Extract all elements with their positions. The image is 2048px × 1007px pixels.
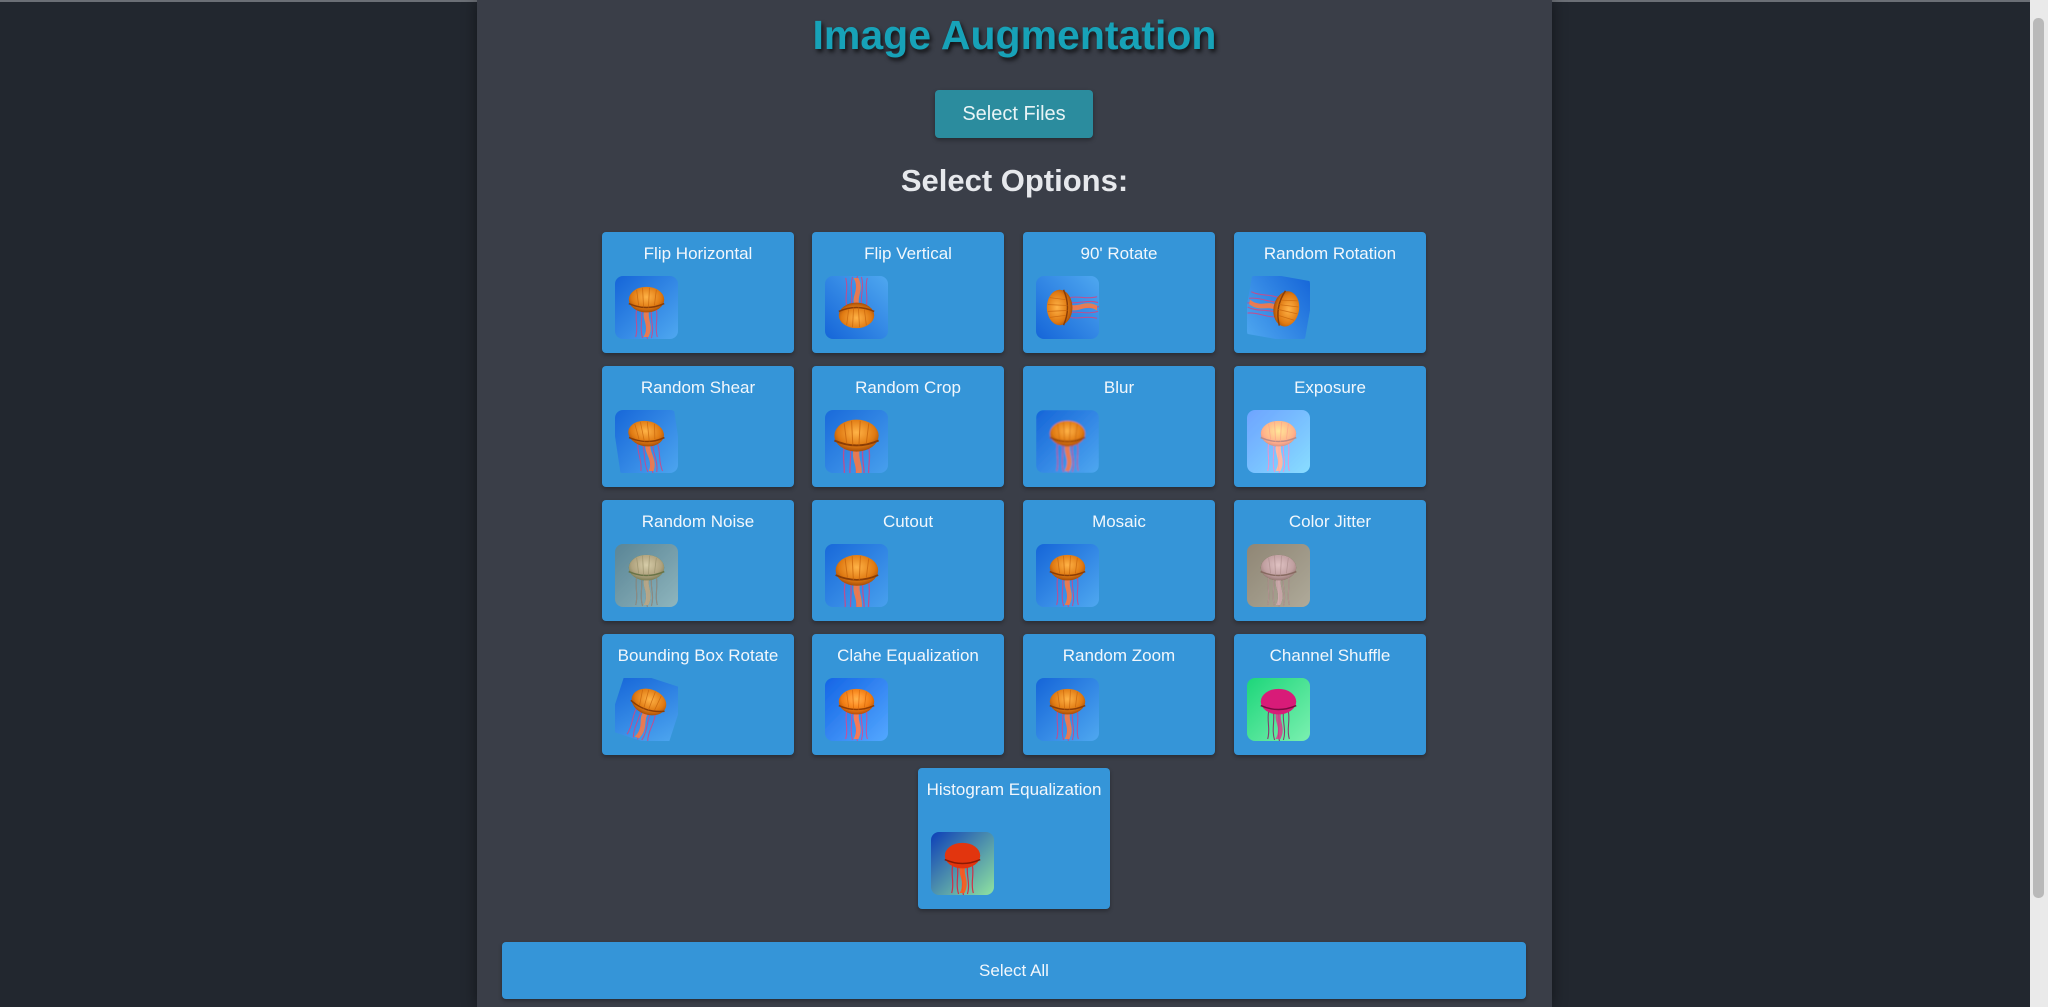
option-card-color-jitter[interactable]: Color Jitter (1234, 500, 1426, 621)
option-card-random-noise[interactable]: Random Noise (602, 500, 794, 621)
option-label: Clahe Equalization (837, 646, 979, 665)
option-card-random-crop[interactable]: Random Crop (812, 366, 1004, 487)
jellyfish-preview-image (615, 410, 678, 473)
option-label: Histogram Equalization (926, 780, 1102, 799)
vertical-scrollbar[interactable] (2030, 0, 2048, 1007)
option-label: Random Shear (640, 378, 756, 397)
select-files-button[interactable]: Select Files (935, 90, 1093, 138)
page-title: Image Augmentation (812, 12, 1217, 58)
option-card-mosaic[interactable]: Mosaic (1023, 500, 1215, 621)
jellyfish-preview-image (1036, 410, 1099, 473)
jellyfish-preview-image (1247, 276, 1310, 339)
jellyfish-preview-image (1247, 544, 1310, 607)
option-label: Bounding Box Rotate (617, 646, 779, 665)
option-card-channel-shuffle[interactable]: Channel Shuffle (1234, 634, 1426, 755)
jellyfish-preview-image (1036, 544, 1099, 607)
option-label: Channel Shuffle (1269, 646, 1391, 665)
jellyfish-preview-image (825, 276, 888, 339)
option-card-bounding-box-rotate[interactable]: Bounding Box Rotate (602, 634, 794, 755)
jellyfish-preview-image (615, 544, 678, 607)
option-label: Random Crop (855, 378, 961, 397)
option-card-cutout[interactable]: Cutout (812, 500, 1004, 621)
options-heading: Select Options: (900, 163, 1129, 198)
option-label: Cutout (882, 512, 934, 531)
option-label: Flip Vertical (864, 244, 952, 263)
scrollbar-thumb[interactable] (2033, 18, 2044, 898)
jellyfish-preview-image (1036, 678, 1099, 741)
option-label: Color Jitter (1288, 512, 1372, 531)
jellyfish-preview-image (1247, 678, 1310, 741)
option-card-flip-vertical[interactable]: Flip Vertical (812, 232, 1004, 353)
option-card-90-rotate[interactable]: 90' Rotate (1023, 232, 1215, 353)
jellyfish-preview-image (615, 678, 678, 741)
option-label: Flip Horizontal (643, 244, 753, 263)
select-all-button[interactable]: Select All (502, 942, 1526, 999)
option-card-exposure[interactable]: Exposure (1234, 366, 1426, 487)
jellyfish-preview-image (1247, 410, 1310, 473)
jellyfish-preview-image (825, 410, 888, 473)
option-label: 90' Rotate (1080, 244, 1158, 263)
option-card-histogram-equalization[interactable]: Histogram Equalization (918, 768, 1110, 909)
option-card-blur[interactable]: Blur (1023, 366, 1215, 487)
jellyfish-preview-image (825, 544, 888, 607)
option-label: Random Rotation (1263, 244, 1397, 263)
option-card-flip-horizontal[interactable]: Flip Horizontal (602, 232, 794, 353)
jellyfish-preview-image (1036, 276, 1099, 339)
option-label: Mosaic (1092, 512, 1146, 531)
option-card-random-rotation[interactable]: Random Rotation (1234, 232, 1426, 353)
option-label: Random Zoom (1062, 646, 1176, 665)
option-label: Blur (1103, 378, 1135, 397)
option-label: Exposure (1294, 378, 1366, 397)
jellyfish-preview-image (931, 832, 994, 895)
main-panel: Image Augmentation Select Files Select O… (477, 0, 1552, 1007)
jellyfish-preview-image (825, 678, 888, 741)
option-card-random-shear[interactable]: Random Shear (602, 366, 794, 487)
option-label: Random Noise (641, 512, 755, 531)
option-card-clahe-equalization[interactable]: Clahe Equalization (812, 634, 1004, 755)
jellyfish-preview-image (615, 276, 678, 339)
option-card-random-zoom[interactable]: Random Zoom (1023, 634, 1215, 755)
